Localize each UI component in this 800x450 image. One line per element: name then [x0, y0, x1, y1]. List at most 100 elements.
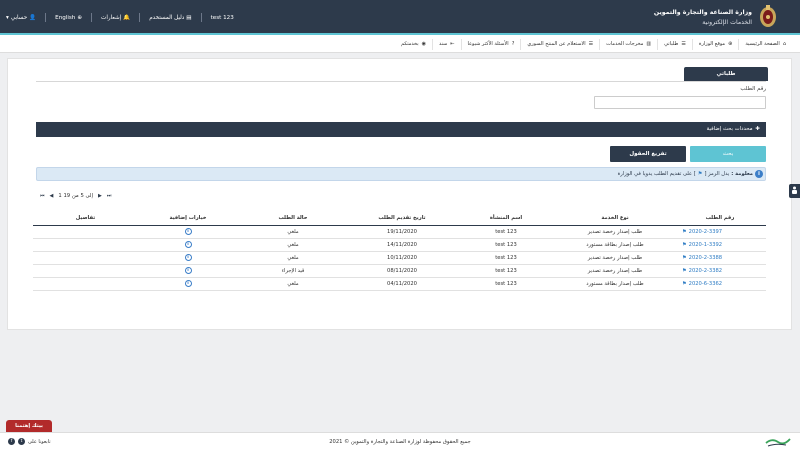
info-icon[interactable]: i — [184, 280, 192, 287]
government-logo — [765, 438, 791, 447]
notifications-link[interactable]: إشعارات 🔔 — [101, 15, 130, 21]
nav-item-home[interactable]: ⌂ الصفحة الرئيسية — [738, 38, 792, 50]
options-cell: i — [138, 277, 238, 291]
options-cell: i — [138, 264, 238, 278]
nav-item-faq[interactable]: ? الأسئلة الأكثر شيوعا — [460, 38, 521, 50]
stay-home-badge[interactable]: بيتك إهتمنا — [6, 420, 52, 432]
request-number-input[interactable] — [594, 96, 766, 109]
divider — [91, 13, 93, 22]
request-link[interactable]: 2020-2-3382 — [689, 268, 722, 274]
table-row: ⚑ 2020-6-3362 طلب إصدار بطاقة مستورد test… — [33, 277, 766, 291]
user-guide-label: دليل المستخدم — [149, 14, 185, 21]
book-icon: ▤ — [186, 14, 192, 21]
sanad-icon: ⇤ — [450, 41, 455, 47]
footer: تابعونا على t f جميع الحقوق محفوظة لوزار… — [0, 432, 800, 450]
prev-page-icon[interactable]: ◀ — [50, 193, 54, 199]
flag-icon: ⚑ — [682, 228, 687, 235]
clear-fields-button[interactable]: تفريغ الحقول — [610, 146, 686, 162]
account-menu[interactable]: ▾ حسابي 👤 — [6, 15, 36, 21]
column-header[interactable]: تاريخ تقديم الطلب — [348, 212, 456, 226]
flag-icon: ⚑ — [697, 171, 703, 177]
flag-icon: ⚑ — [682, 254, 687, 261]
request-number-cell[interactable]: ⚑ 2020-6-3362 — [674, 277, 766, 291]
pager-status: 1 إلى 5 من 19 — [58, 193, 93, 199]
column-header[interactable]: رقم الطلب — [674, 212, 766, 226]
search-button[interactable]: بحث — [690, 146, 766, 162]
details-cell — [33, 277, 138, 291]
language-toggle[interactable]: English ⊕ — [55, 15, 82, 21]
request-number-cell[interactable]: ⚑ 2020-1-3392 — [674, 238, 766, 252]
copyright-text: جميع الحقوق محفوظة لوزارة الصناعة والتجا… — [329, 439, 471, 445]
pagination: ⏮ ◀ 1 إلى 5 من 19 ▶ ⏭ — [40, 193, 111, 199]
service-cell: طلب إصدار رخصة تصدير — [556, 251, 674, 265]
list-icon: ☰ — [588, 41, 594, 47]
table-row: ⚑ 2020-2-3388 طلب إصدار رخصة تصدير test 1… — [33, 251, 766, 265]
date-cell: 10/11/2020 — [348, 251, 456, 265]
accessibility-icon — [792, 186, 797, 194]
request-link[interactable]: 2020-2-3388 — [689, 255, 722, 261]
nav-item-syrian-product[interactable]: ☰ الاستعلام عن المنتج السوري — [520, 38, 599, 50]
advanced-search-toggle[interactable]: ✚ محددات بحث إضافية — [36, 122, 766, 137]
company-cell: test 123 — [456, 264, 556, 278]
info-icon[interactable]: i — [184, 228, 192, 235]
user-icon: 👤 — [29, 14, 37, 21]
status-cell: ملغي — [238, 238, 348, 252]
status-cell: قيد الإجراء — [238, 264, 348, 278]
advanced-search-label: محددات بحث إضافية — [706, 126, 753, 132]
request-link[interactable]: 2020-6-3362 — [689, 281, 722, 287]
column-header[interactable]: تفاصيل — [33, 212, 138, 226]
info-text-end: ] على تقديم الطلب يدويا في الوزارة — [617, 171, 696, 177]
last-page-icon[interactable]: ⏭ — [107, 193, 112, 199]
date-cell: 08/11/2020 — [348, 264, 456, 278]
info-title: معلومة : — [731, 171, 753, 177]
accessibility-side-tab[interactable] — [789, 184, 800, 198]
company-cell: test 123 — [456, 277, 556, 291]
options-cell: i — [138, 225, 238, 239]
request-number-cell[interactable]: ⚑ 2020-2-3388 — [674, 251, 766, 265]
flag-icon: ⚑ — [682, 267, 687, 274]
info-icon[interactable]: i — [184, 241, 192, 248]
next-page-icon[interactable]: ▶ — [98, 193, 102, 199]
request-number-cell[interactable]: ⚑ 2020-2-3382 — [674, 264, 766, 278]
nav-item-support[interactable]: ◉ بخدمتكم — [395, 39, 432, 50]
nav-label: سند — [439, 41, 448, 47]
support-icon: ◉ — [421, 41, 427, 47]
date-cell: 14/11/2020 — [348, 238, 456, 252]
status-cell: ملغي — [238, 251, 348, 265]
request-number-label: رقم الطلب — [740, 86, 766, 92]
bell-icon: 🔔 — [123, 14, 131, 21]
nav-item-ministry-site[interactable]: ⊕ موقع الوزارة — [691, 38, 738, 50]
info-icon[interactable]: i — [184, 254, 192, 261]
column-header[interactable]: حالة الطلب — [238, 212, 348, 226]
chevron-down-icon: ▾ — [6, 14, 9, 21]
info-icon[interactable]: i — [184, 267, 192, 274]
column-header[interactable]: خيارات إضافية — [138, 212, 238, 226]
ministry-title: وزارة الصناعة والتجارة والتموين — [653, 9, 752, 16]
options-cell: i — [138, 251, 238, 265]
table-row: ⚑ 2020-1-3392 طلب إصدار بطاقة مستورد test… — [33, 238, 766, 252]
notifications-label: إشعارات — [101, 14, 122, 21]
request-link[interactable]: 2020-1-3392 — [689, 242, 722, 248]
nav-label: موقع الوزارة — [698, 41, 726, 47]
nav-item-my-requests[interactable]: ☰ طلباتي — [657, 38, 692, 50]
divider — [200, 13, 202, 22]
status-cell: ملغي — [238, 225, 348, 239]
tab-my-requests[interactable]: طلباتي — [684, 67, 768, 81]
table-row: ⚑ 2020-2-3397 طلب إصدار رخصة تصدير test 1… — [33, 225, 766, 239]
chart-icon: ▥ — [646, 41, 652, 47]
nav-item-service-outputs[interactable]: ▥ مخرجات الخدمات — [599, 38, 657, 50]
main-nav: ⌂ الصفحة الرئيسية ⊕ موقع الوزارة ☰ طلبات… — [0, 35, 800, 53]
user-guide-link[interactable]: دليل المستخدم ▤ — [149, 15, 191, 21]
request-link[interactable]: 2020-2-3397 — [689, 229, 722, 235]
divider — [139, 13, 141, 22]
service-cell: طلب إصدار بطاقة مستورد — [556, 238, 674, 252]
first-page-icon[interactable]: ⏮ — [40, 193, 45, 199]
account-label: حسابي — [10, 14, 28, 21]
ministry-brand[interactable]: وزارة الصناعة والتجارة والتموين الخدمات … — [654, 3, 778, 30]
column-header[interactable]: اسم المنشأة — [456, 212, 556, 226]
question-icon: ? — [511, 41, 515, 47]
nav-item-sanad[interactable]: ⇤ سند — [432, 38, 461, 50]
service-cell: طلب إصدار رخصة تصدير — [556, 225, 674, 239]
column-header[interactable]: نوع الخدمة — [556, 212, 674, 226]
request-number-cell[interactable]: ⚑ 2020-2-3397 — [674, 225, 766, 239]
